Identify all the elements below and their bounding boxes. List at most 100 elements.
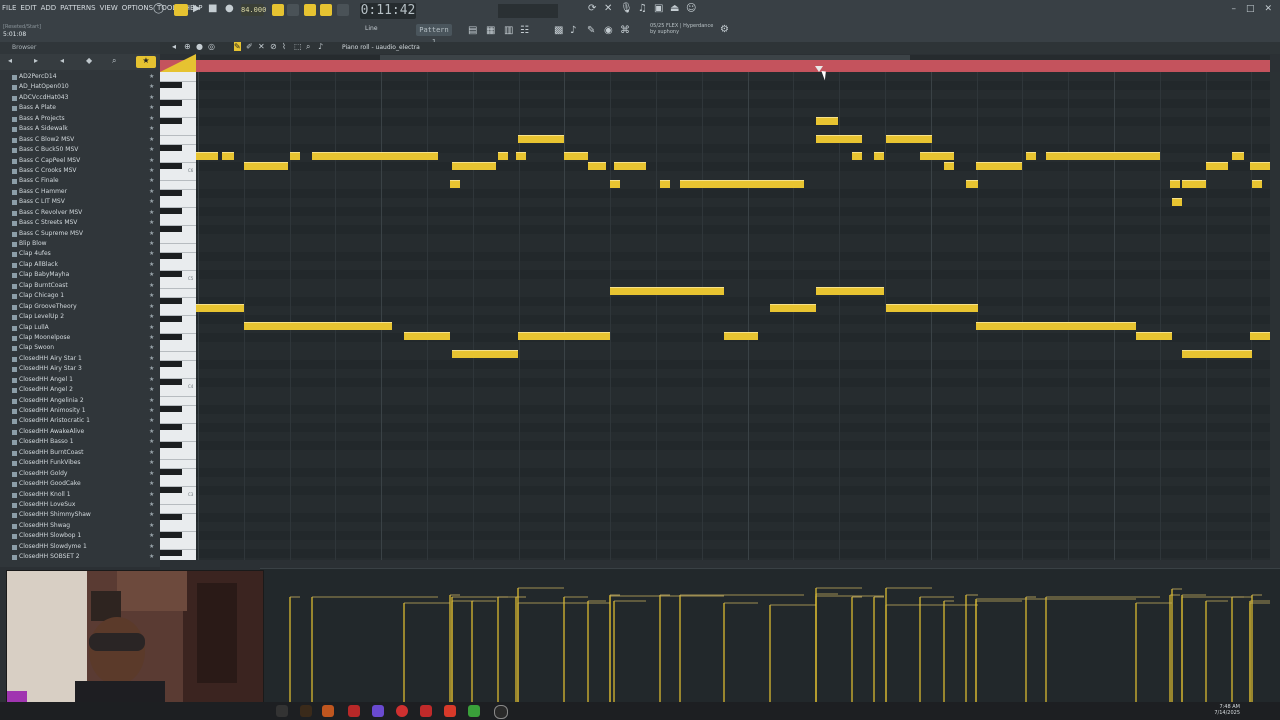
midi-note[interactable] <box>1250 332 1270 340</box>
favorites-icon[interactable]: ★ <box>136 56 156 68</box>
white-key[interactable] <box>160 351 196 352</box>
browser-item[interactable]: Blip Blow ★ <box>0 239 160 249</box>
midi-note[interactable] <box>966 180 978 188</box>
browser-item[interactable]: Bass C Supreme MSV ★ <box>0 229 160 239</box>
note-grid[interactable] <box>196 72 1270 560</box>
star-icon[interactable]: ★ <box>149 416 154 426</box>
slice-icon[interactable]: ⌇ <box>282 42 286 51</box>
black-key[interactable] <box>160 100 182 106</box>
midi-note[interactable] <box>222 152 234 160</box>
midi-note[interactable] <box>1206 162 1228 170</box>
browser-item[interactable]: ClosedHH Angel 2 ★ <box>0 385 160 395</box>
browser-item[interactable]: ClosedHH Aristocratic 1 ★ <box>0 416 160 426</box>
black-key[interactable] <box>160 532 182 538</box>
browser-item[interactable]: AD2PercD14 ★ <box>0 72 160 82</box>
countdown-button[interactable] <box>304 4 316 16</box>
browser-item[interactable]: ClosedHH ShimmyShaw ★ <box>0 510 160 520</box>
black-key[interactable] <box>160 487 182 493</box>
midi-note[interactable] <box>452 162 474 170</box>
browser-item[interactable]: ClosedHH Animosity 1 ★ <box>0 406 160 416</box>
star-icon[interactable]: ★ <box>149 218 154 228</box>
midi-note[interactable] <box>724 332 758 340</box>
black-key[interactable] <box>160 226 182 232</box>
star-icon[interactable]: ★ <box>149 385 154 395</box>
star-icon[interactable]: ★ <box>149 521 154 531</box>
midi-note[interactable] <box>852 152 862 160</box>
black-key[interactable] <box>160 406 182 412</box>
white-key[interactable] <box>160 459 196 460</box>
star-icon[interactable]: ★ <box>149 249 154 259</box>
timeline-ruler[interactable] <box>160 60 1270 72</box>
browser-item[interactable]: ClosedHH AwakeAlive ★ <box>0 427 160 437</box>
browser-item[interactable]: Clap LullA ★ <box>0 323 160 333</box>
star-icon[interactable]: ★ <box>149 208 154 218</box>
menu-patterns[interactable]: PATTERNS <box>60 4 95 12</box>
star-icon[interactable]: ★ <box>149 156 154 166</box>
midi-note[interactable] <box>1136 332 1172 340</box>
black-key[interactable] <box>160 514 182 520</box>
plugin-icon[interactable]: ♪ <box>570 25 576 36</box>
midi-note[interactable] <box>660 180 670 188</box>
menu-file[interactable]: FILE <box>2 4 16 12</box>
star-icon[interactable]: ★ <box>149 542 154 552</box>
browser-item[interactable]: ClosedHH Slowbop 1 ★ <box>0 531 160 541</box>
midi-note[interactable] <box>244 162 288 170</box>
star-icon[interactable]: ★ <box>149 354 154 364</box>
black-key[interactable] <box>160 208 182 214</box>
midi-note[interactable] <box>498 152 508 160</box>
wait-input-button[interactable] <box>287 4 299 16</box>
star-icon[interactable]: ★ <box>149 270 154 280</box>
midi-note[interactable] <box>564 152 588 160</box>
star-icon[interactable]: ★ <box>149 437 154 447</box>
star-icon[interactable]: ★ <box>149 93 154 103</box>
delete-tool-icon[interactable]: ✕ <box>258 42 265 51</box>
system-clock[interactable]: 7:48 AM 7/14/2025 <box>1214 704 1240 716</box>
black-key[interactable] <box>160 334 182 340</box>
taskbar-fl-studio-icon[interactable] <box>468 705 480 717</box>
star-icon[interactable]: ★ <box>149 510 154 520</box>
midi-note[interactable] <box>886 304 978 312</box>
white-key[interactable] <box>160 396 196 397</box>
midi-note[interactable] <box>816 117 838 125</box>
midi-note[interactable] <box>196 152 218 160</box>
headphones-icon[interactable]: ♫ <box>638 3 647 14</box>
save-icon[interactable]: ▣ <box>654 3 663 14</box>
star-icon[interactable]: ★ <box>149 281 154 291</box>
midi-note[interactable] <box>516 152 526 160</box>
star-icon[interactable]: ★ <box>149 343 154 353</box>
star-icon[interactable]: ★ <box>149 479 154 489</box>
star-icon[interactable]: ★ <box>149 229 154 239</box>
forward-icon[interactable]: ▸ <box>34 56 38 65</box>
star-icon[interactable]: ★ <box>149 82 154 92</box>
clip-icon[interactable]: ⌘ <box>620 25 630 36</box>
taskbar-app-5-icon[interactable] <box>396 705 408 717</box>
midi-note[interactable] <box>244 322 392 330</box>
collapse-icon[interactable]: ◂ <box>60 56 64 65</box>
star-icon[interactable]: ★ <box>149 500 154 510</box>
star-icon[interactable]: ★ <box>149 312 154 322</box>
back-icon[interactable]: ◂ <box>8 56 12 65</box>
browser-item[interactable]: Clap BabyMayha ★ <box>0 270 160 280</box>
tools-icon[interactable]: ✎ <box>587 25 595 36</box>
white-key[interactable] <box>160 180 196 181</box>
loop-record-button[interactable] <box>337 4 349 16</box>
record-note-icon[interactable]: ● <box>196 42 203 51</box>
browser-item[interactable]: ClosedHH BurntCoast ★ <box>0 448 160 458</box>
playback-icon[interactable]: ♪ <box>318 42 323 51</box>
black-key[interactable] <box>160 118 182 124</box>
zoom-icon[interactable]: ⌕ <box>306 42 310 52</box>
black-key[interactable] <box>160 424 182 430</box>
taskbar-app-2-icon[interactable] <box>322 705 334 717</box>
star-icon[interactable]: ★ <box>149 260 154 270</box>
browser-item[interactable]: AD_HatOpen010 ★ <box>0 82 160 92</box>
browser-item[interactable]: ClosedHH Angel 1 ★ <box>0 375 160 385</box>
midi-note[interactable] <box>518 332 610 340</box>
close-icon[interactable]: ✕ <box>1264 4 1272 14</box>
browser-item[interactable]: Bass C Crooks MSV ★ <box>0 166 160 176</box>
browser-item[interactable]: ClosedHH Basso 1 ★ <box>0 437 160 447</box>
time-display[interactable]: 0:11:42 <box>360 3 416 19</box>
midi-note[interactable] <box>196 304 244 312</box>
star-icon[interactable]: ★ <box>149 114 154 124</box>
star-icon[interactable]: ★ <box>149 490 154 500</box>
star-icon[interactable]: ★ <box>149 176 154 186</box>
